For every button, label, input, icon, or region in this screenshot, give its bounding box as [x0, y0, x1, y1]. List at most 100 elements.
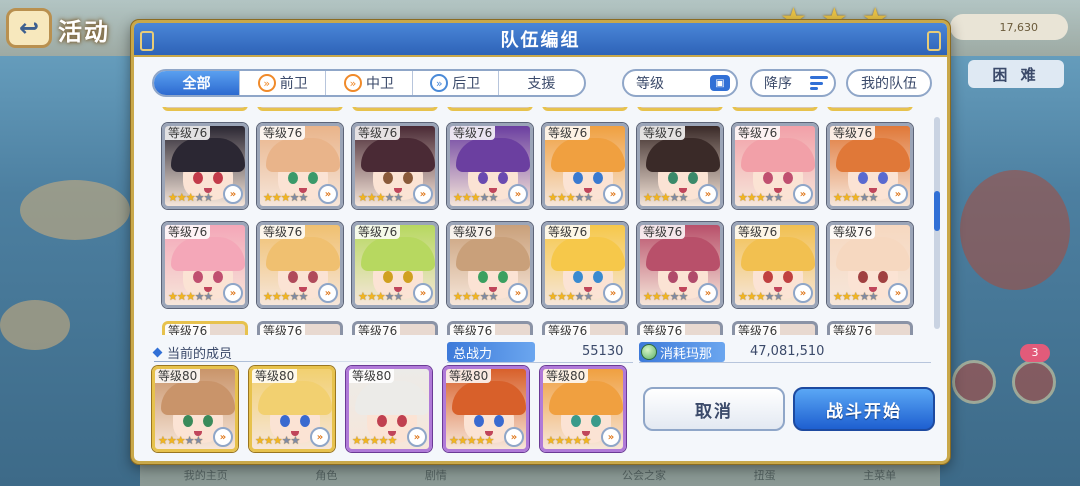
back-position-icon: »	[430, 74, 449, 92]
character-card[interactable]: 等级76 ★★★★★ »	[352, 123, 438, 209]
character-level: 等级76	[640, 324, 686, 335]
filter-row: 全部 » 前卫 » 中卫 » 后卫 支援 等级 ▣ 降序 我的队伍	[152, 69, 942, 99]
notification-badge: 3	[1020, 344, 1050, 362]
front-position-icon: »	[257, 74, 276, 92]
scrollbar-thumb[interactable]	[934, 191, 940, 231]
character-card[interactable]: 等级80 ★★★★★ »	[443, 366, 529, 452]
character-level: 等级76	[450, 126, 496, 140]
star-rating-icon: ★★★★★	[738, 290, 783, 303]
character-level: 等级76	[735, 324, 781, 335]
character-card[interactable]: 等级76 ★★★★★ »	[257, 123, 343, 209]
roster-grid[interactable]: 等级76 ★★★★★ » 等级76 ★★★★★ » 等级76 ★★★★★ » 等级76 ★★★★★ »…	[158, 107, 944, 335]
position-icon: »	[413, 184, 433, 204]
character-card[interactable]: 等级80 ★★★★★ »	[249, 366, 335, 452]
character-card[interactable]: 等级76 ★★★★★ »	[637, 123, 723, 209]
team-formation-dialog: 队伍编组 全部 » 前卫 » 中卫 » 后卫 支援 等级 ▣ 降序 我的队伍 等…	[131, 20, 950, 464]
character-card-partial[interactable]	[352, 107, 438, 111]
position-icon: »	[223, 184, 243, 204]
cancel-button[interactable]: 取消	[643, 387, 785, 431]
sort-order-button[interactable]: 降序	[750, 69, 836, 97]
character-card[interactable]: 等级76 ★★★★★ »	[257, 222, 343, 308]
position-icon: »	[793, 184, 813, 204]
character-level: 等级76	[545, 225, 591, 239]
character-card[interactable]: 等级76 ★★★★★ »	[637, 222, 723, 308]
character-card-partial[interactable]: 等级76	[542, 321, 628, 335]
character-level: 等级76	[450, 324, 496, 335]
nav-guild: 公会之家	[622, 469, 667, 482]
back-button[interactable]: ↩	[6, 8, 52, 48]
character-level: 等级76	[545, 126, 591, 140]
character-card-partial[interactable]: 等级76	[162, 321, 248, 335]
character-card-partial[interactable]	[257, 107, 343, 111]
character-card[interactable]: 等级80 ★★★★★ »	[540, 366, 626, 452]
character-card-partial[interactable]: 等级76	[732, 321, 818, 335]
event-title: 活动	[58, 18, 110, 46]
mana-cost-text: 消耗玛那	[660, 346, 713, 362]
character-card[interactable]: 等级76 ★★★★★ »	[732, 123, 818, 209]
character-level: 等级76	[165, 324, 211, 335]
tab-back[interactable]: » 后卫	[413, 71, 499, 95]
sort-order-label: 降序	[764, 76, 792, 92]
total-power-value: 55130	[582, 344, 624, 359]
character-level: 等级76	[735, 225, 781, 239]
character-level: 等级76	[260, 225, 306, 239]
character-card-partial[interactable]	[447, 107, 533, 111]
mana-coin-icon	[641, 344, 657, 360]
sort-level-label: 等级	[636, 76, 664, 92]
position-icon: »	[888, 283, 908, 303]
character-card-partial[interactable]: 等级76	[352, 321, 438, 335]
character-card-partial[interactable]	[162, 107, 248, 111]
character-card[interactable]: 等级76 ★★★★★ »	[827, 123, 913, 209]
star-rating-icon: ★★★★★	[263, 191, 308, 204]
difficulty-button[interactable]: 困 难	[968, 60, 1064, 88]
sort-level-button[interactable]: 等级 ▣	[622, 69, 738, 97]
character-card[interactable]: 等级76 ★★★★★ »	[162, 123, 248, 209]
current-members-heading: 当前的成员	[152, 343, 232, 362]
map-island	[960, 170, 1070, 290]
character-card[interactable]: 等级76 ★★★★★ »	[542, 222, 628, 308]
start-battle-button[interactable]: 战斗开始	[793, 387, 935, 431]
tab-label: 支援	[527, 76, 556, 92]
position-icon: »	[310, 427, 330, 447]
tab-label: 全部	[182, 76, 211, 92]
tab-label: 前卫	[279, 76, 308, 92]
character-card-partial[interactable]	[732, 107, 818, 111]
character-card-partial[interactable]	[827, 107, 913, 111]
my-team-button[interactable]: 我的队伍	[846, 69, 932, 97]
character-card[interactable]: 等级76 ★★★★★ »	[447, 222, 533, 308]
character-card[interactable]: 等级76 ★★★★★ »	[162, 222, 248, 308]
character-card[interactable]: 等级76 ★★★★★ »	[732, 222, 818, 308]
character-card[interactable]: 等级76 ★★★★★ »	[447, 123, 533, 209]
star-rating-icon: ★★★★★	[453, 290, 498, 303]
back-arrow-icon: ↩	[18, 14, 40, 42]
gold-counter: 17,630	[950, 14, 1068, 40]
position-icon: »	[601, 427, 621, 447]
character-card[interactable]: 等级80 ★★★★★ »	[346, 366, 432, 452]
total-power-label: 总战力	[447, 342, 535, 362]
character-card-partial[interactable]	[542, 107, 628, 111]
tab-support[interactable]: 支援	[499, 71, 584, 95]
character-card[interactable]: 等级76 ★★★★★ »	[827, 222, 913, 308]
star-rating-icon: ★★★★★	[358, 290, 403, 303]
character-card-partial[interactable]: 等级76	[257, 321, 343, 335]
character-card-partial[interactable]: 等级76	[637, 321, 723, 335]
tab-front[interactable]: » 前卫	[240, 71, 327, 95]
tab-all[interactable]: 全部	[154, 71, 241, 95]
exchange-icon	[952, 360, 996, 404]
position-icon: »	[213, 427, 233, 447]
character-level: 等级80	[155, 369, 201, 383]
roster-scrollbar[interactable]	[934, 117, 940, 329]
character-card[interactable]: 等级76 ★★★★★ »	[352, 222, 438, 308]
character-card-partial[interactable]	[637, 107, 723, 111]
tab-middle[interactable]: » 中卫	[326, 71, 413, 95]
divider	[154, 361, 434, 362]
character-card[interactable]: 等级76 ★★★★★ »	[542, 123, 628, 209]
character-level: 等级76	[640, 225, 686, 239]
character-card-partial[interactable]: 等级76	[447, 321, 533, 335]
bottom-nav: 我的主页 角色 剧情 公会之家 扭蛋 主菜单	[140, 464, 940, 486]
character-level: 等级76	[735, 126, 781, 140]
sort-descending-icon	[810, 76, 828, 90]
character-card-partial[interactable]: 等级76	[827, 321, 913, 335]
current-team: 等级80 ★★★★★ » 等级80 ★★★★★ » 等级80 ★★★★★ » 等级80 ★★★★★ »…	[152, 366, 626, 452]
character-card[interactable]: 等级80 ★★★★★ »	[152, 366, 238, 452]
